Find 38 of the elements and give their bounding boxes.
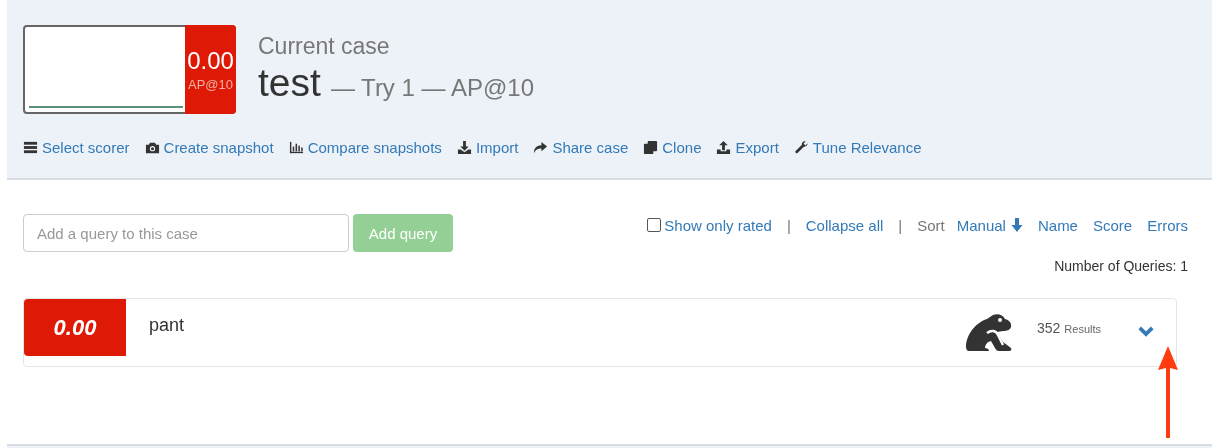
share-arrow-icon [533,140,549,155]
case-heading: Current case [258,33,391,59]
sort-option-link[interactable]: Errors [1147,216,1188,234]
sort-option-link[interactable]: Manual [956,216,1023,234]
toolbar-link[interactable]: Clone [643,139,702,156]
sort-label: Sort [917,216,945,234]
toolbar-link[interactable]: Export [716,139,779,156]
case-name: test [258,61,321,104]
camera-icon [144,140,160,155]
wrench-icon [793,140,809,155]
toolbar-link[interactable]: Select scorer [23,139,130,156]
toolbar-link[interactable]: Import [456,139,519,156]
upload-icon [716,140,732,155]
query-text: pant [148,315,186,336]
results-count: 352 [1037,319,1061,336]
chevron-icon[interactable] [1137,326,1155,339]
list-icon [23,140,38,155]
toolbar-link[interactable]: Compare snapshots [288,139,442,156]
query-score: 0.00 [24,299,126,356]
query-input-field[interactable]: Add a query to this case [23,214,349,252]
sort-option-link[interactable]: Score [1092,216,1133,234]
arrow-down-icon [1010,218,1023,232]
toolbar-link[interactable]: Tune Relevance [793,139,922,156]
collapse-all-link[interactable]: Collapse all [805,216,884,234]
separator: | [786,216,791,234]
results-label: Results [1064,322,1102,335]
sort-option-link[interactable]: Name [1037,216,1078,234]
toolbar-link[interactable]: Create snapshot [144,139,274,156]
query-count: Number of Queries: 1 [1053,258,1188,274]
show-only-rated-checkbox[interactable]: Show only rated [647,216,772,234]
download-icon [456,140,472,155]
copy-icon [643,140,659,155]
case-details: — Try 1 — AP@10 [330,74,534,101]
score-value: 0.00 [187,47,234,74]
score-label: AP@10 [188,76,233,92]
separator: | [898,216,903,234]
toolbar-link[interactable]: Share case [533,139,629,156]
bar-chart-icon [288,140,304,155]
